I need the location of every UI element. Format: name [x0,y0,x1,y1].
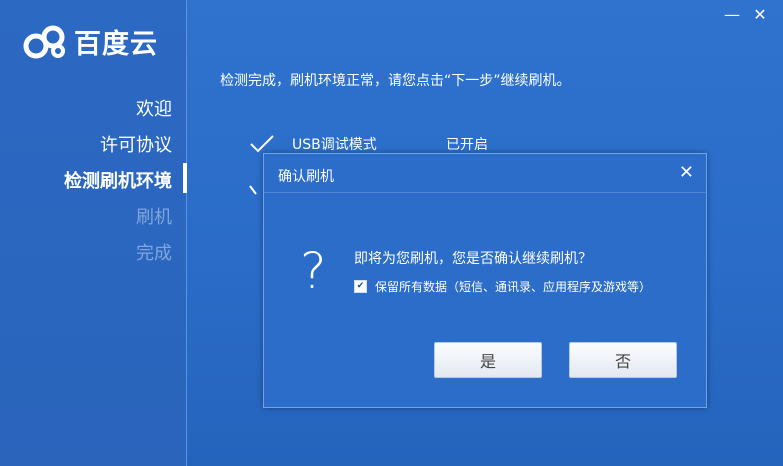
step-welcome: 欢迎 [136,99,172,120]
intro-text: 检测完成，刷机环境正常，请您点击“下一步”继续刷机。 [220,73,571,89]
app-logo: 百度云 [22,22,158,61]
close-button[interactable]: ✕ [750,6,770,24]
check-name: USB调试模式 [292,137,377,153]
dialog-title: 确认刷机 [278,169,334,185]
yes-button[interactable]: 是 [434,342,542,378]
checkmark-icon [250,135,274,153]
check-row-usb: USB调试模式 已开启 [248,133,488,155]
checkmark-icon [249,185,257,195]
dialog-question: 即将为您刷机，您是否确认继续刷机？ [354,251,592,267]
check-status: 已开启 [446,137,488,153]
keep-data-option[interactable]: ✔ 保留所有数据（短信、通讯录、应用程序及游戏等） [354,278,651,295]
app-name: 百度云 [74,29,158,60]
dialog-close-icon[interactable]: ✕ [679,162,694,183]
step-license: 许可协议 [100,135,172,156]
installer-window: 百度云 欢迎 许可协议 检测刷机环境 刷机 完成 — ✕ 检测完成，刷机环境正常… [0,0,783,466]
step-check-environment: 检测刷机环境 [64,171,172,192]
no-button[interactable]: 否 [569,342,677,378]
minimize-button[interactable]: — [722,6,742,24]
cloud-logo-icon [23,25,65,58]
active-step-marker [183,163,187,193]
dialog-divider [264,192,706,193]
sidebar: 百度云 欢迎 许可协议 检测刷机环境 刷机 完成 [0,0,187,466]
question-icon: ? [300,242,327,300]
keep-data-checkbox[interactable]: ✔ [354,280,367,293]
step-flash: 刷机 [136,207,172,228]
step-finish: 完成 [136,243,172,264]
confirm-dialog: 确认刷机 ✕ ? 即将为您刷机，您是否确认继续刷机？ ✔ 保留所有数据（短信、通… [263,153,707,408]
step-list: 欢迎 许可协议 检测刷机环境 刷机 完成 [64,92,172,272]
keep-data-label: 保留所有数据（短信、通讯录、应用程序及游戏等） [375,280,652,294]
